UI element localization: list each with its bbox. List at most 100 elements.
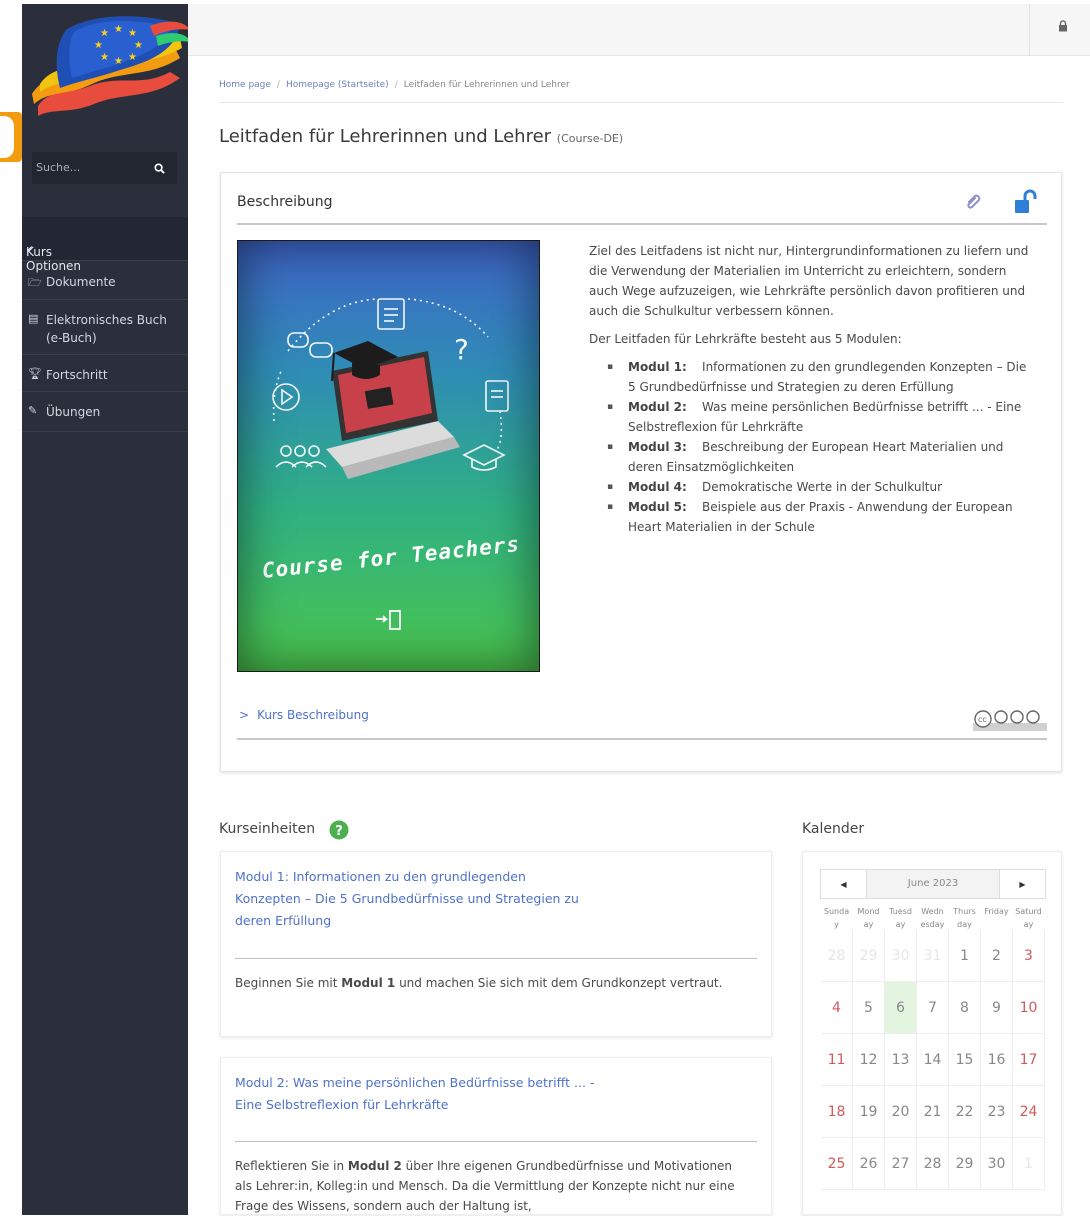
list-item: Modul 2: Was meine persönlichen Bedürfni…: [589, 397, 1029, 437]
unit-description: Beginnen Sie mit Modul 1 und machen Sie …: [235, 973, 755, 993]
svg-text:cc: cc: [978, 715, 987, 724]
calendar-day[interactable]: 7: [917, 982, 949, 1034]
description-text: Ziel des Leitfadens ist nicht nur, Hinte…: [589, 241, 1029, 537]
calendar-day[interactable]: 16: [981, 1034, 1013, 1086]
unit-desc-text: Reflektieren Sie in: [235, 1159, 348, 1173]
calendar-day[interactable]: 24: [1013, 1086, 1045, 1138]
unit-card-1: Modul 1: Informationen zu den grundlegen…: [220, 851, 772, 1037]
help-icon[interactable]: ?: [329, 820, 349, 840]
unit-desc-bold: Modul 2: [347, 1159, 402, 1173]
sidebar-item-dokumente[interactable]: 🗁 Dokumente: [22, 262, 188, 300]
calendar-day[interactable]: 17: [1013, 1034, 1045, 1086]
search-icon: [154, 162, 165, 174]
calendar-heading: Kalender: [802, 821, 865, 837]
calendar-day[interactable]: 20: [885, 1086, 917, 1138]
calendar-month: June 2023: [907, 878, 959, 889]
svg-text:?: ?: [454, 333, 469, 366]
sidebar: ★ ★ ★ ★ ★ ★ ★ ★ Suche... ✔ Kurs Optionen 🗁 D…: [22, 4, 190, 1215]
creative-commons-icon[interactable]: cc: [973, 707, 1047, 733]
calendar-day[interactable]: 18: [821, 1086, 853, 1138]
list-item: Modul 5: Beispiele aus der Praxis - Anwe…: [589, 497, 1029, 537]
calendar-day[interactable]: 9: [981, 982, 1013, 1034]
calendar-day[interactable]: 15: [949, 1034, 981, 1086]
unit-card-2: Modul 2: Was meine persönlichen Bedürfni…: [220, 1057, 772, 1215]
search-button[interactable]: [142, 152, 177, 184]
description-intro: Ziel des Leitfadens ist nicht nur, Hinte…: [589, 244, 1029, 318]
chevron-left-icon: ◀: [840, 879, 847, 889]
calendar-day[interactable]: 5: [853, 982, 885, 1034]
calendar-day[interactable]: 12: [853, 1034, 885, 1086]
list-item: Modul 1: Informationen zu den grundlegen…: [589, 357, 1029, 397]
description-heading: Beschreibung: [237, 194, 333, 210]
calendar-day[interactable]: 14: [917, 1034, 949, 1086]
unit-divider: [235, 958, 757, 959]
breadcrumb-home[interactable]: Home page: [219, 80, 271, 90]
calendar-day[interactable]: 30: [981, 1138, 1013, 1190]
eu-logo: ★ ★ ★★ ★★ ★★: [32, 16, 190, 116]
calendar-day[interactable]: 10: [1013, 982, 1045, 1034]
attachment-icon[interactable]: [965, 193, 981, 211]
weekday-header: Friday: [984, 907, 1009, 916]
calendar-day[interactable]: 8: [949, 982, 981, 1034]
calendar-day[interactable]: 19: [853, 1086, 885, 1138]
calendar-day[interactable]: 3: [1013, 930, 1045, 982]
breadcrumb-homepage[interactable]: Homepage (Startseite): [286, 80, 389, 90]
search-box[interactable]: Suche...: [32, 152, 177, 184]
unit-title-link[interactable]: Modul 1: Informationen zu den grundlegen…: [235, 866, 595, 932]
chevron-right-icon: ▶: [1019, 879, 1026, 889]
sidebar-item-label: Fortschritt: [46, 368, 108, 382]
calendar-day[interactable]: 23: [981, 1086, 1013, 1138]
course-description-label: Kurs Beschreibung: [257, 708, 369, 722]
folder-icon: 🗁: [28, 276, 42, 289]
svg-text:★: ★: [114, 24, 123, 35]
calendar-day[interactable]: 25: [821, 1138, 853, 1190]
unlock-icon[interactable]: [1013, 189, 1041, 215]
calendar-day[interactable]: 13: [885, 1034, 917, 1086]
calendar-day[interactable]: 27: [885, 1138, 917, 1190]
course-description-link[interactable]: > Kurs Beschreibung: [239, 708, 369, 722]
course-options-header[interactable]: ✔ Kurs Optionen: [22, 217, 188, 273]
calendar-day[interactable]: 4: [821, 982, 853, 1034]
svg-text:★: ★: [100, 28, 109, 39]
modules-intro: Der Leitfaden für Lehrkräfte besteht aus…: [589, 332, 902, 346]
weekday-header: Tuesd ay: [889, 907, 912, 929]
app-frame: ★ ★ ★ ★ ★ ★ ★ ★ Suche... ✔ Kurs Optionen 🗁 D…: [0, 0, 1090, 1215]
calendar-day[interactable]: 2: [981, 930, 1013, 982]
calendar-day[interactable]: 21: [917, 1086, 949, 1138]
module-label: Modul 4:: [628, 480, 687, 494]
module-list: Modul 1: Informationen zu den grundlegen…: [589, 357, 1029, 537]
sidebar-item-ebook[interactable]: ▤ Elektronisches Buch (e-Buch): [22, 300, 188, 355]
weekday-header: Wedn esday: [920, 907, 945, 929]
module-text: Was meine persönlichen Bedürfnisse betri…: [628, 400, 1022, 434]
calendar-day[interactable]: 28: [917, 1138, 949, 1190]
sidebar-item-fortschritt[interactable]: 🏆︎ Fortschritt: [22, 355, 188, 392]
prev-month-button[interactable]: ◀: [821, 870, 867, 898]
sidebar-item-uebungen[interactable]: ✎ Übungen: [22, 392, 188, 432]
unit-desc-text: Beginnen Sie mit: [235, 976, 342, 990]
svg-text:★: ★: [128, 52, 137, 63]
search-input[interactable]: Suche...: [36, 161, 80, 174]
book-icon: ▤: [28, 312, 39, 325]
calendar-day[interactable]: 1: [949, 930, 981, 982]
calendar-day: 1: [1013, 1138, 1045, 1190]
description-heading-divider: [237, 223, 1047, 225]
unit-divider: [235, 1141, 757, 1142]
svg-text:★: ★: [114, 56, 123, 67]
calendar-day: 29: [853, 930, 885, 982]
calendar-day[interactable]: 29: [949, 1138, 981, 1190]
calendar-day[interactable]: 6: [885, 982, 917, 1034]
list-item: Modul 4: Demokratische Werte in der Schu…: [589, 477, 1029, 497]
unit-description: Reflektieren Sie in Modul 2 über Ihre ei…: [235, 1156, 735, 1216]
calendar-day[interactable]: 22: [949, 1086, 981, 1138]
description-bottom-divider: [237, 738, 1047, 740]
calendar-day[interactable]: 11: [821, 1034, 853, 1086]
calendar-day[interactable]: 26: [853, 1138, 885, 1190]
calendar-day: 28: [821, 930, 853, 982]
module-label: Modul 1:: [628, 360, 687, 374]
sidebar-item-label: Übungen: [46, 405, 101, 419]
page-title: Leitfaden für Lehrerinnen und Lehrer (Co…: [219, 126, 623, 147]
unit-title-link[interactable]: Modul 2: Was meine persönlichen Bedürfni…: [235, 1072, 615, 1116]
next-month-button[interactable]: ▶: [999, 870, 1045, 898]
lock-icon[interactable]: [1058, 20, 1068, 32]
svg-text:★: ★: [94, 40, 103, 51]
